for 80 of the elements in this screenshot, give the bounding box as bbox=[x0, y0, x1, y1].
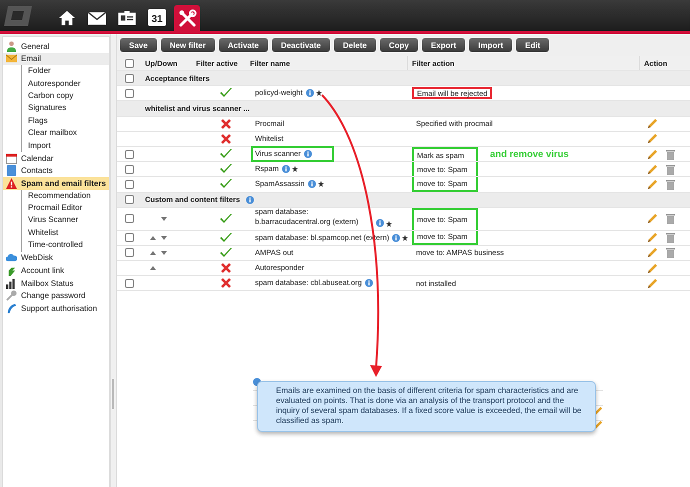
sidebar-item[interactable]: WebDisk bbox=[3, 252, 109, 264]
sidebar-subitem[interactable]: Recommendation bbox=[21, 190, 109, 202]
sidebar-subitem[interactable]: Carbon copy bbox=[21, 90, 109, 102]
cloud-icon bbox=[6, 252, 17, 264]
address-book-icon bbox=[6, 165, 17, 176]
toolbar-button[interactable]: Delete bbox=[334, 38, 376, 52]
move-down-icon[interactable] bbox=[161, 250, 167, 255]
checkbox[interactable] bbox=[124, 180, 134, 189]
checkbox[interactable] bbox=[124, 278, 134, 288]
sidebar-subitem[interactable]: Whitelist bbox=[21, 226, 109, 240]
trash-icon[interactable] bbox=[666, 213, 675, 224]
logo-icon bbox=[4, 4, 34, 28]
move-down-icon[interactable] bbox=[161, 236, 167, 240]
pencil-icon[interactable] bbox=[647, 278, 658, 289]
sidebar-subitem[interactable]: Procmail Editor bbox=[21, 202, 109, 214]
checkbox[interactable] bbox=[124, 164, 134, 174]
toolbar-button[interactable]: Save bbox=[120, 38, 157, 52]
phone-icon bbox=[6, 302, 17, 314]
sidebar-subitem[interactable]: Virus Scanner bbox=[21, 214, 109, 227]
toolbar-button[interactable]: Edit bbox=[516, 38, 550, 52]
pencil-icon[interactable] bbox=[647, 148, 658, 160]
sidebar-item[interactable]: Email bbox=[3, 52, 109, 66]
calendar-icon[interactable]: 31 bbox=[148, 9, 166, 26]
checkbox[interactable] bbox=[124, 58, 134, 68]
move-up-icon[interactable] bbox=[150, 236, 156, 240]
pencil-icon[interactable] bbox=[647, 133, 658, 144]
toolbar-button[interactable]: Copy bbox=[380, 38, 418, 52]
sidebar-subitem[interactable]: Time-controlled bbox=[21, 239, 109, 252]
trash-icon[interactable] bbox=[666, 164, 675, 175]
trash-icon[interactable] bbox=[666, 148, 675, 160]
sidebar-subitem[interactable]: Import bbox=[21, 140, 109, 152]
pencil-icon[interactable] bbox=[647, 118, 658, 130]
trash-icon[interactable] bbox=[666, 178, 675, 190]
sidebar-subitem[interactable]: Signatures bbox=[21, 102, 109, 115]
bar-chart-icon bbox=[6, 278, 17, 289]
pencil-icon[interactable] bbox=[647, 164, 658, 175]
sidebar-item[interactable]: Spam and email filters bbox=[3, 177, 109, 190]
pencil-icon[interactable] bbox=[647, 232, 658, 244]
toolbar-button[interactable]: Activate bbox=[218, 38, 268, 52]
tooltip: Emails are examined on the basis of different criteria for spam characteristics and are evaluated on points. That is done via an analysis of the transport protocol and the inquiry of several spam databases. If a fixed score value is exceeded, the email will be classified as spam. bbox=[257, 381, 596, 432]
sidebar-item[interactable]: Account link bbox=[3, 264, 109, 277]
annotation-note: and remove virus bbox=[490, 148, 569, 160]
pencil-icon[interactable] bbox=[647, 247, 658, 258]
pencil-icon[interactable] bbox=[647, 213, 658, 224]
pencil-icon[interactable] bbox=[647, 262, 658, 274]
person-icon bbox=[6, 40, 17, 52]
sidebar-item[interactable]: Contacts bbox=[3, 164, 109, 178]
checkbox[interactable] bbox=[124, 195, 134, 204]
calendar-icon bbox=[6, 152, 17, 164]
sidebar-item[interactable]: Mailbox Status bbox=[3, 276, 109, 290]
move-up-icon[interactable] bbox=[150, 266, 156, 270]
sidebar-subitem[interactable]: Clear mailbox bbox=[21, 127, 109, 140]
checkbox[interactable] bbox=[124, 74, 134, 83]
sidebar-item[interactable]: Change password bbox=[3, 289, 109, 302]
sidebar-subitem[interactable]: Autoresponder bbox=[21, 78, 109, 90]
checkbox[interactable] bbox=[124, 214, 134, 224]
sidebar-subitem[interactable]: Flags bbox=[21, 114, 109, 128]
toolbar-button[interactable]: Import bbox=[469, 38, 512, 52]
sidebar-item[interactable]: General bbox=[3, 40, 109, 53]
move-down-icon[interactable] bbox=[161, 216, 167, 221]
toolbar-button[interactable]: Export bbox=[422, 38, 466, 52]
envelope-icon bbox=[6, 53, 17, 64]
move-up-icon[interactable] bbox=[150, 250, 156, 255]
pencil-icon[interactable] bbox=[647, 178, 658, 190]
toolbar-button[interactable]: Deactivate bbox=[272, 38, 330, 52]
trash-icon[interactable] bbox=[666, 247, 675, 258]
tools-icon[interactable] bbox=[174, 5, 200, 31]
sidebar-item[interactable]: Calendar bbox=[3, 152, 109, 165]
checkbox[interactable] bbox=[124, 248, 134, 258]
checkbox[interactable] bbox=[124, 233, 134, 242]
sidebar-subitem[interactable]: Folder bbox=[21, 65, 109, 78]
key-icon bbox=[6, 290, 17, 302]
checkbox[interactable] bbox=[124, 88, 134, 98]
checkbox[interactable] bbox=[124, 150, 134, 159]
arrow-icon bbox=[6, 265, 17, 276]
warning-icon bbox=[6, 178, 17, 189]
trash-icon[interactable] bbox=[666, 232, 675, 244]
toolbar-button[interactable]: New filter bbox=[160, 38, 215, 52]
splitter-handle[interactable] bbox=[112, 379, 114, 409]
sidebar-item[interactable]: Support authorisation bbox=[3, 302, 109, 315]
